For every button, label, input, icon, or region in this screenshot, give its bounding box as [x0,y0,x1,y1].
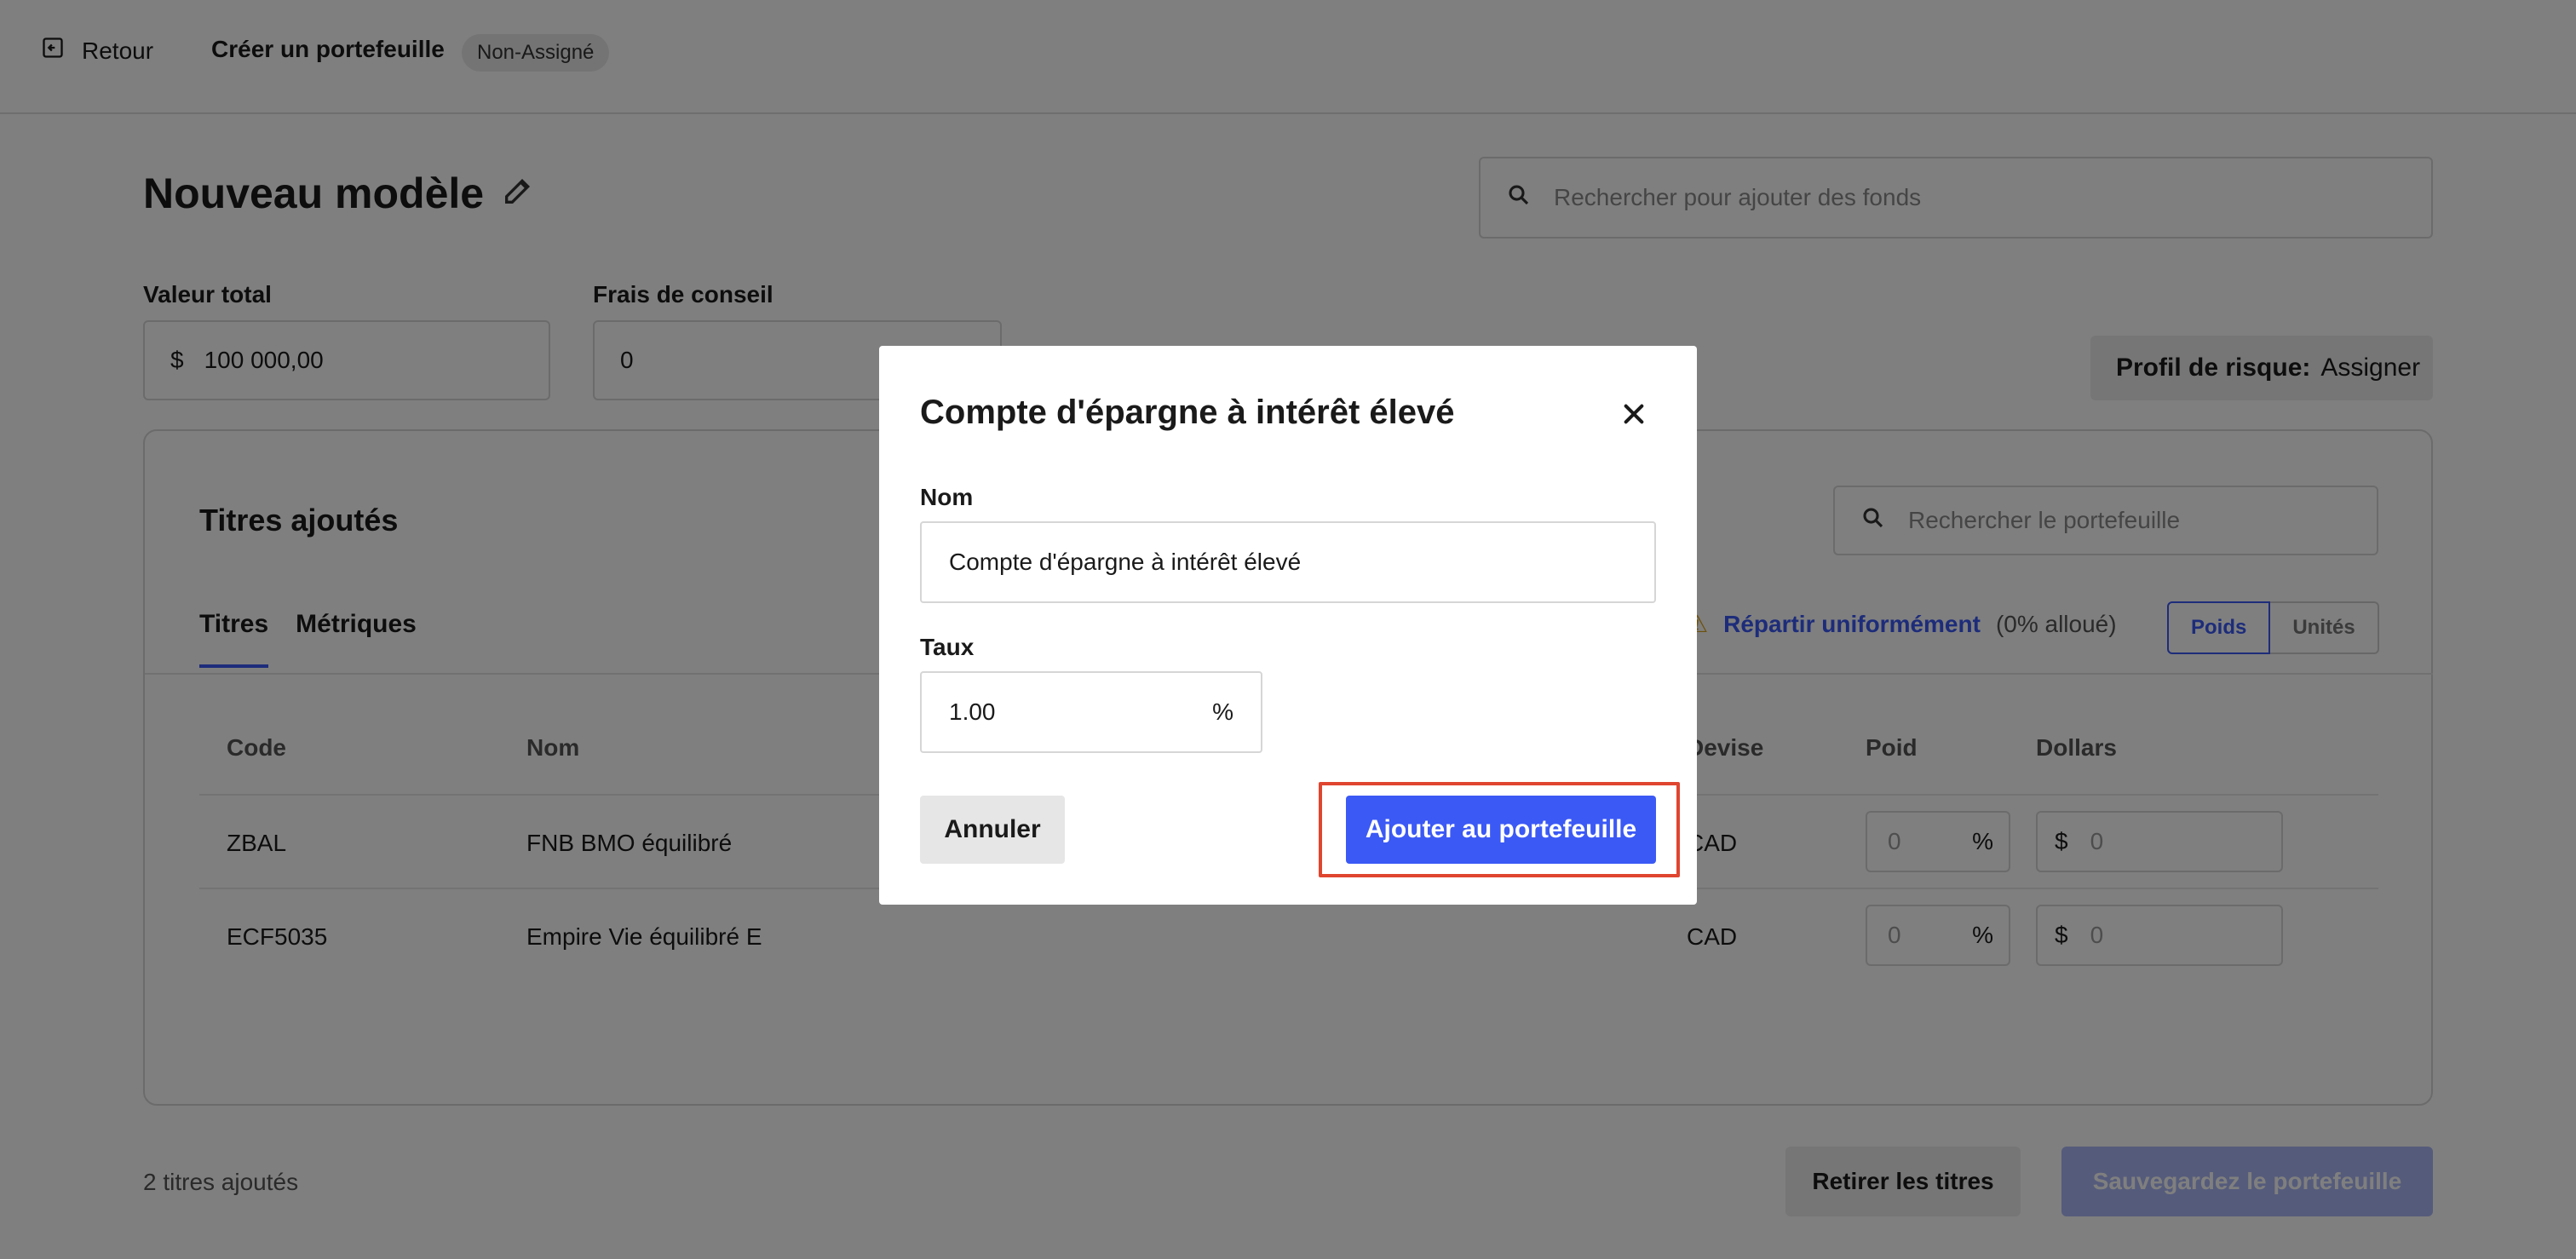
cancel-button[interactable]: Annuler [920,796,1065,864]
add-holding-dialog: Compte d'épargne à intérêt élevé Nom Com… [879,346,1697,905]
dialog-title: Compte d'épargne à intérêt élevé [920,394,1455,431]
name-input[interactable]: Compte d'épargne à intérêt élevé [920,521,1656,603]
rate-label: Taux [920,634,975,660]
add-to-portfolio-button[interactable]: Ajouter au portefeuille [1346,796,1656,864]
close-icon[interactable] [1617,397,1651,431]
name-input-value: Compte d'épargne à intérêt élevé [949,549,1302,575]
rate-input-value: 1.00 [949,698,996,725]
name-label: Nom [920,484,974,510]
rate-suffix: % [1212,698,1233,725]
rate-input[interactable]: 1.00 % [920,671,1262,753]
